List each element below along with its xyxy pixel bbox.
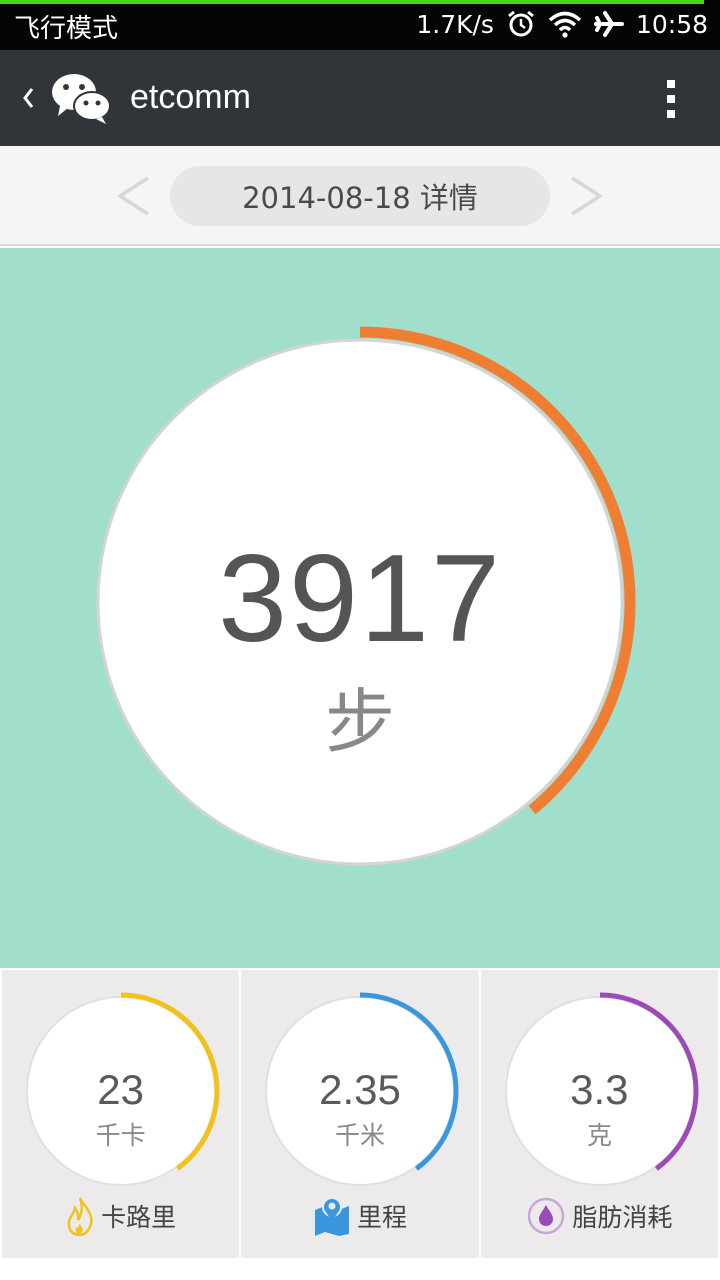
airplane-icon [593,9,624,39]
status-bar: 飞行模式 1.7K/s 10:58 [0,0,720,50]
wechat-logo-icon[interactable] [50,70,112,126]
wifi-icon [548,10,582,38]
distance-value: 2.35 [319,1066,401,1113]
flame-icon [65,1196,95,1236]
status-right-group: 1.7K/s 10:58 [416,9,708,39]
calories-value: 23 [97,1066,145,1113]
next-day-arrow[interactable] [566,168,606,224]
date-selector[interactable]: 2014-08-18 详情 [170,166,550,226]
date-label: 2014-08-18 详情 [242,181,478,215]
alarm-icon [506,9,536,39]
loading-progress-line [0,0,704,4]
title-bar: etcomm [0,50,720,146]
more-vertical-icon[interactable] [664,78,678,120]
calories-label: 卡路里 [101,1203,177,1232]
airplane-mode-label: 飞行模式 [14,14,119,44]
page-title: etcomm [130,78,251,116]
calories-label-row: 卡路里 [2,1196,239,1236]
network-speed: 1.7K/s [416,9,494,39]
steps-unit: 步 [325,681,395,763]
fat-burn-value: 3.3 [570,1066,629,1113]
stat-fat-burn[interactable]: 3.3 克 脂肪消耗 [480,970,718,1258]
date-bar: 2014-08-18 详情 [0,146,720,246]
steps-count: 3917 [218,530,502,668]
calories-unit: 千卡 [95,1121,146,1150]
distance-label: 里程 [356,1203,407,1232]
distance-unit: 千米 [334,1121,385,1150]
fat-burn-label-row: 脂肪消耗 [481,1196,718,1236]
stat-calories[interactable]: 23 千卡 卡路里 [2,970,240,1258]
map-pin-icon [313,1196,351,1236]
back-chevron-icon[interactable] [18,80,42,116]
distance-label-row: 里程 [241,1196,478,1236]
stats-row: 23 千卡 卡路里 2.35 千米 里程 3.3 克 脂肪消耗 [0,968,720,1258]
drop-icon [526,1196,566,1236]
prev-day-arrow[interactable] [114,168,154,224]
steps-panel: 3917 步 [0,248,720,968]
fat-burn-label: 脂肪消耗 [572,1203,673,1232]
bottom-edge [0,1258,720,1280]
clock-time: 10:58 [635,9,708,39]
stat-distance[interactable]: 2.35 千米 里程 [241,970,479,1258]
fat-burn-unit: 克 [586,1121,612,1150]
